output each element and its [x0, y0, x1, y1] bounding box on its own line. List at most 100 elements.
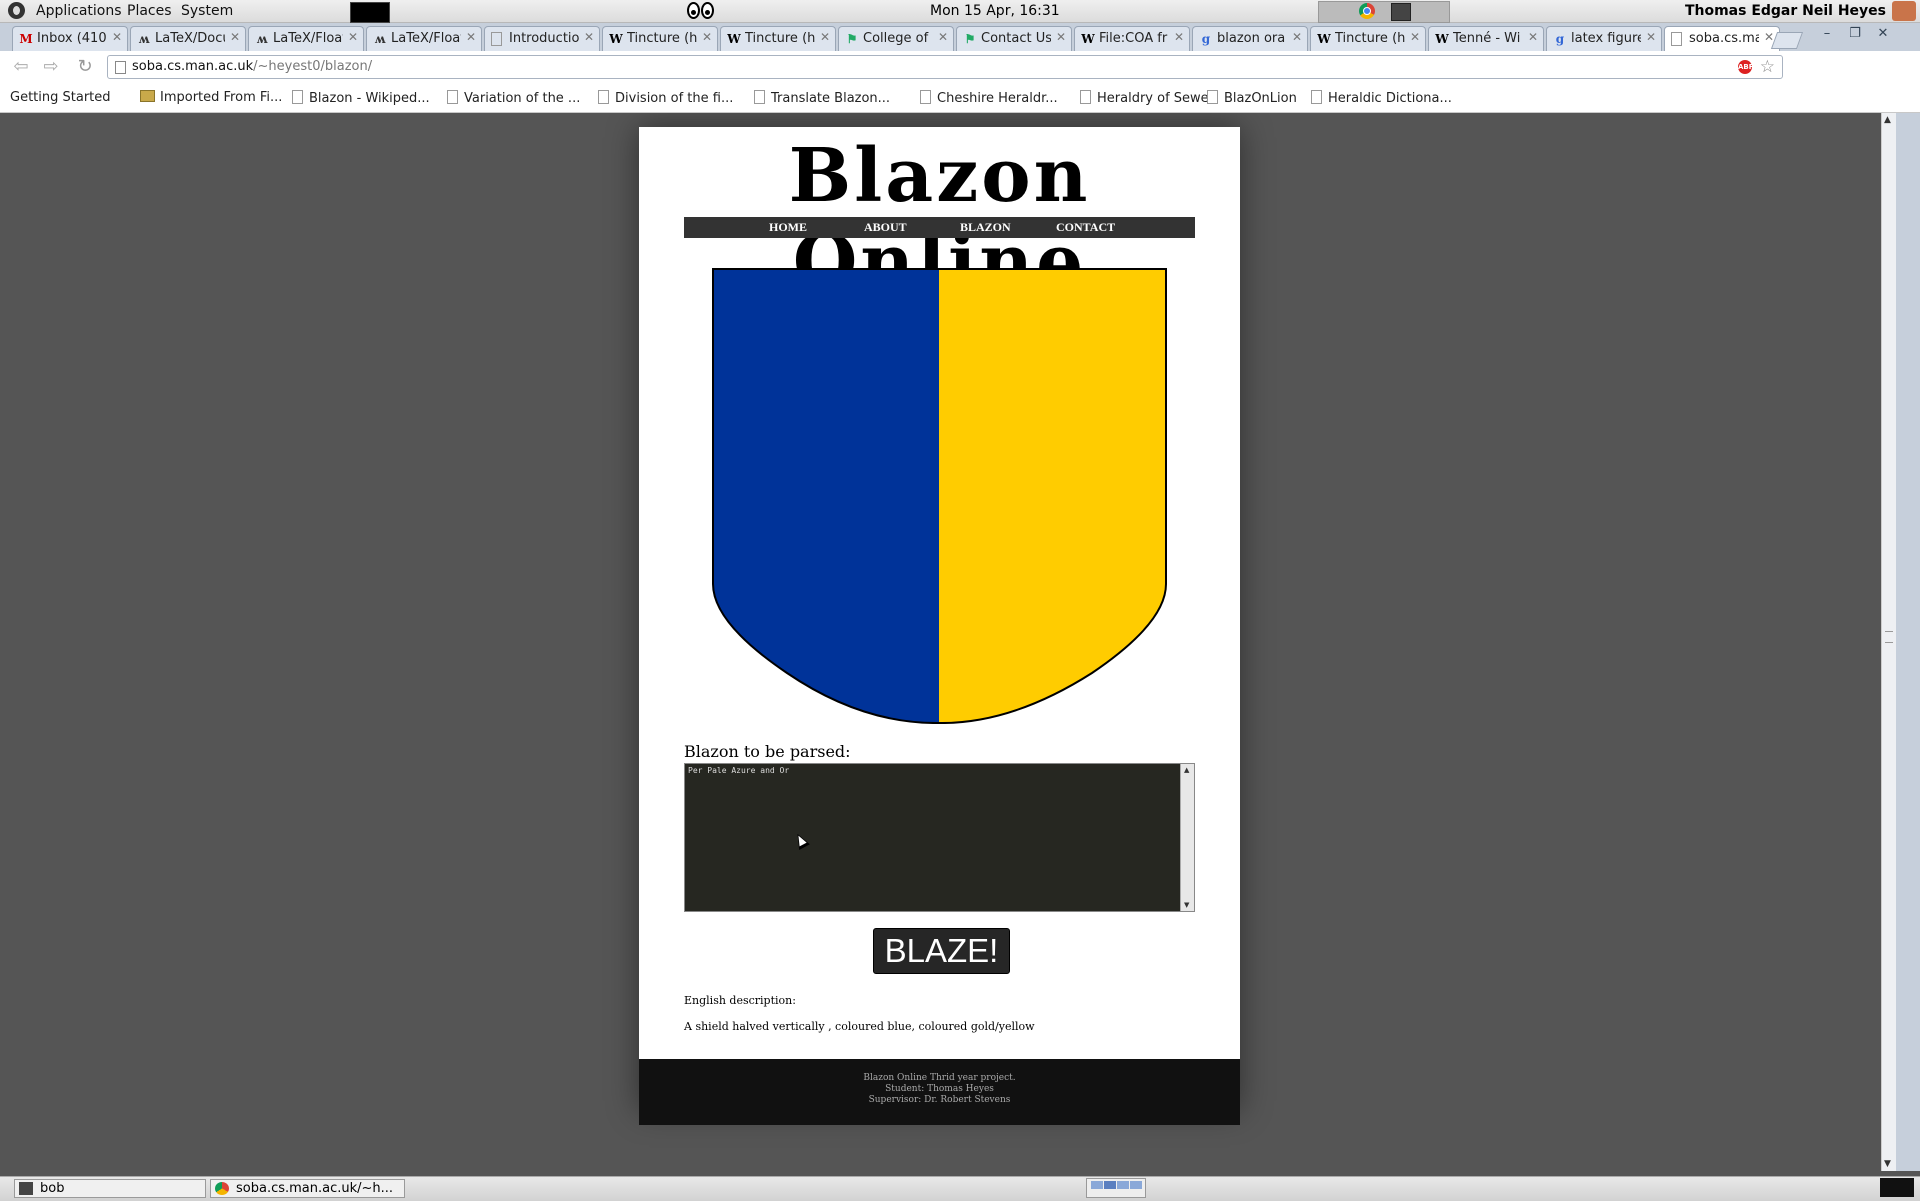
- bookmark-item[interactable]: Cheshire Heraldr...: [920, 90, 1058, 106]
- tab-close-icon[interactable]: ✕: [1174, 30, 1184, 44]
- tab-close-icon[interactable]: ✕: [348, 30, 358, 44]
- user-avatar[interactable]: [1892, 1, 1916, 21]
- applications-menu[interactable]: Applications: [36, 3, 122, 19]
- tab-item[interactable]: ʍ LaTeX/Float ✕: [248, 26, 364, 51]
- page-icon: [1207, 90, 1218, 104]
- places-menu[interactable]: Places: [127, 3, 172, 19]
- tab-item[interactable]: g blazon ora ✕: [1192, 26, 1308, 51]
- tab-strip: M Inbox (410 ✕ ʍ LaTeX/Docu ✕ ʍ LaTeX/Float ✕ ʍ La…: [0, 23, 1920, 51]
- nav-about[interactable]: ABOUT: [864, 220, 907, 235]
- google-icon: g: [1555, 32, 1565, 46]
- bookmark-item[interactable]: Translate Blazon...: [754, 90, 890, 106]
- tab-item[interactable]: g latex figure ✕: [1546, 26, 1662, 51]
- user-name[interactable]: Thomas Edgar Neil Heyes: [1685, 3, 1886, 19]
- page-icon: [115, 61, 126, 74]
- page-icon: [1671, 32, 1682, 46]
- nav-contact[interactable]: CONTACT: [1056, 220, 1115, 235]
- page-icon: [754, 90, 765, 104]
- nav-home[interactable]: HOME: [769, 220, 807, 235]
- tab-item[interactable]: ʍ LaTeX/Float ✕: [366, 26, 482, 51]
- tab-label: LaTeX/Float: [273, 31, 343, 46]
- system-monitor-icon[interactable]: [1880, 1178, 1914, 1197]
- taskbar-item-terminal[interactable]: bob: [14, 1179, 206, 1198]
- back-button[interactable]: ⇦: [10, 57, 32, 77]
- tab-item[interactable]: ⚑ College of ✕: [838, 26, 954, 51]
- address-bar[interactable]: soba.cs.man.ac.uk/~heyest0/blazon/ ABP ☆: [107, 55, 1783, 79]
- tab-label: Tincture (h: [627, 31, 697, 46]
- forward-button[interactable]: ⇨: [40, 57, 62, 77]
- tab-close-icon[interactable]: ✕: [1056, 30, 1066, 44]
- arms-icon: ⚑: [846, 32, 858, 46]
- bookmark-item[interactable]: Heraldic Dictiona...: [1311, 90, 1452, 106]
- shield-image: [712, 268, 1167, 724]
- tab-item[interactable]: Introductio ✕: [484, 26, 600, 51]
- restore-button[interactable]: ❐: [1844, 26, 1866, 42]
- bookmark-item[interactable]: BlazOnLion: [1207, 90, 1297, 106]
- tab-label: Contact Us: [981, 31, 1051, 46]
- tab-close-icon[interactable]: ✕: [1646, 30, 1656, 44]
- wikibooks-icon: ʍ: [374, 32, 386, 46]
- tab-label: latex figure: [1571, 31, 1641, 46]
- url-text[interactable]: soba.cs.man.ac.uk/~heyest0/blazon/: [132, 59, 372, 74]
- minimize-button[interactable]: –: [1816, 26, 1838, 42]
- bookmark-item[interactable]: Heraldry of Sewell: [1080, 90, 1216, 106]
- tab-close-icon[interactable]: ✕: [1528, 30, 1538, 44]
- tab-item[interactable]: ⚑ Contact Us ✕: [956, 26, 1072, 51]
- blaze-button[interactable]: BLAZE!: [873, 928, 1010, 974]
- page-icon: [1311, 90, 1322, 104]
- tab-item[interactable]: W Tincture (h ✕: [1310, 26, 1426, 51]
- tab-item[interactable]: W Tincture (h ✕: [720, 26, 836, 51]
- tab-close-icon[interactable]: ✕: [112, 30, 122, 44]
- tab-close-icon[interactable]: ✕: [1410, 30, 1420, 44]
- workspace-switcher[interactable]: [1086, 1178, 1146, 1198]
- taskbar-item-label: soba.cs.man.ac.uk/~h...: [236, 1181, 394, 1196]
- tab-close-icon[interactable]: ✕: [584, 30, 594, 44]
- blazon-input[interactable]: [685, 764, 1180, 911]
- terminal-icon: [19, 1182, 33, 1195]
- tab-label: College of: [863, 31, 929, 46]
- wikipedia-icon: W: [1435, 32, 1449, 46]
- bookmark-star-icon[interactable]: ☆: [1760, 57, 1775, 77]
- gnome-foot-icon[interactable]: [8, 2, 25, 19]
- tab-item[interactable]: soba.cs.ma ✕: [1664, 26, 1780, 51]
- adblock-icon[interactable]: ABP: [1738, 60, 1754, 74]
- page-icon: [491, 32, 502, 46]
- tab-item[interactable]: ʍ LaTeX/Docu ✕: [130, 26, 246, 51]
- footer-line: Student: Thomas Heyes: [885, 1084, 994, 1094]
- nav-blazon[interactable]: BLAZON: [960, 220, 1011, 235]
- tab-close-icon[interactable]: ✕: [702, 30, 712, 44]
- chrome-icon[interactable]: [1359, 3, 1375, 19]
- bookmark-item[interactable]: Division of the fi...: [598, 90, 733, 106]
- clock[interactable]: Mon 15 Apr, 16:31: [930, 3, 1060, 19]
- bottom-taskbar: bob soba.cs.man.ac.uk/~h...: [0, 1176, 1920, 1201]
- bookmark-item[interactable]: Blazon - Wikiped...: [292, 90, 430, 106]
- close-window-button[interactable]: ✕: [1872, 26, 1894, 42]
- tab-item[interactable]: W Tincture (h ✕: [602, 26, 718, 51]
- tab-item[interactable]: M Inbox (410 ✕: [12, 26, 128, 51]
- tab-close-icon[interactable]: ✕: [820, 30, 830, 44]
- bookmark-item[interactable]: Variation of the ...: [447, 90, 580, 106]
- bookmark-item[interactable]: Getting Started: [10, 90, 111, 105]
- gmail-icon: M: [19, 32, 33, 46]
- shield-sinister-half: [939, 269, 1166, 724]
- system-monitor-icon[interactable]: [350, 2, 390, 23]
- footer-line: Blazon Online Thrid year project.: [863, 1073, 1016, 1083]
- page-viewport: Blazon Online HOME ABOUT BLAZON CONTACT …: [0, 113, 1881, 1171]
- tab-close-icon[interactable]: ✕: [230, 30, 240, 44]
- wikibooks-icon: ʍ: [256, 32, 268, 46]
- bookmark-item[interactable]: Imported From Fi...: [140, 90, 282, 105]
- taskbar-item-browser[interactable]: soba.cs.man.ac.uk/~h...: [210, 1179, 405, 1198]
- tab-close-icon[interactable]: ✕: [938, 30, 948, 44]
- tab-item[interactable]: W File:COA fr ✕: [1074, 26, 1190, 51]
- reload-button[interactable]: ↻: [74, 57, 96, 77]
- textarea-scrollbar[interactable]: ▲ ▼: [1180, 764, 1194, 911]
- tab-close-icon[interactable]: ✕: [466, 30, 476, 44]
- arms-icon: ⚑: [964, 32, 976, 46]
- tab-close-icon[interactable]: ✕: [1292, 30, 1302, 44]
- system-menu[interactable]: System: [181, 3, 233, 19]
- terminal-icon[interactable]: [1391, 3, 1411, 21]
- wikibooks-icon: ʍ: [138, 32, 150, 46]
- tab-item[interactable]: W Tenné - Wi ✕: [1428, 26, 1544, 51]
- bookmark-label: Variation of the ...: [464, 91, 581, 106]
- page-scrollbar[interactable]: ▲ ▼: [1881, 113, 1896, 1171]
